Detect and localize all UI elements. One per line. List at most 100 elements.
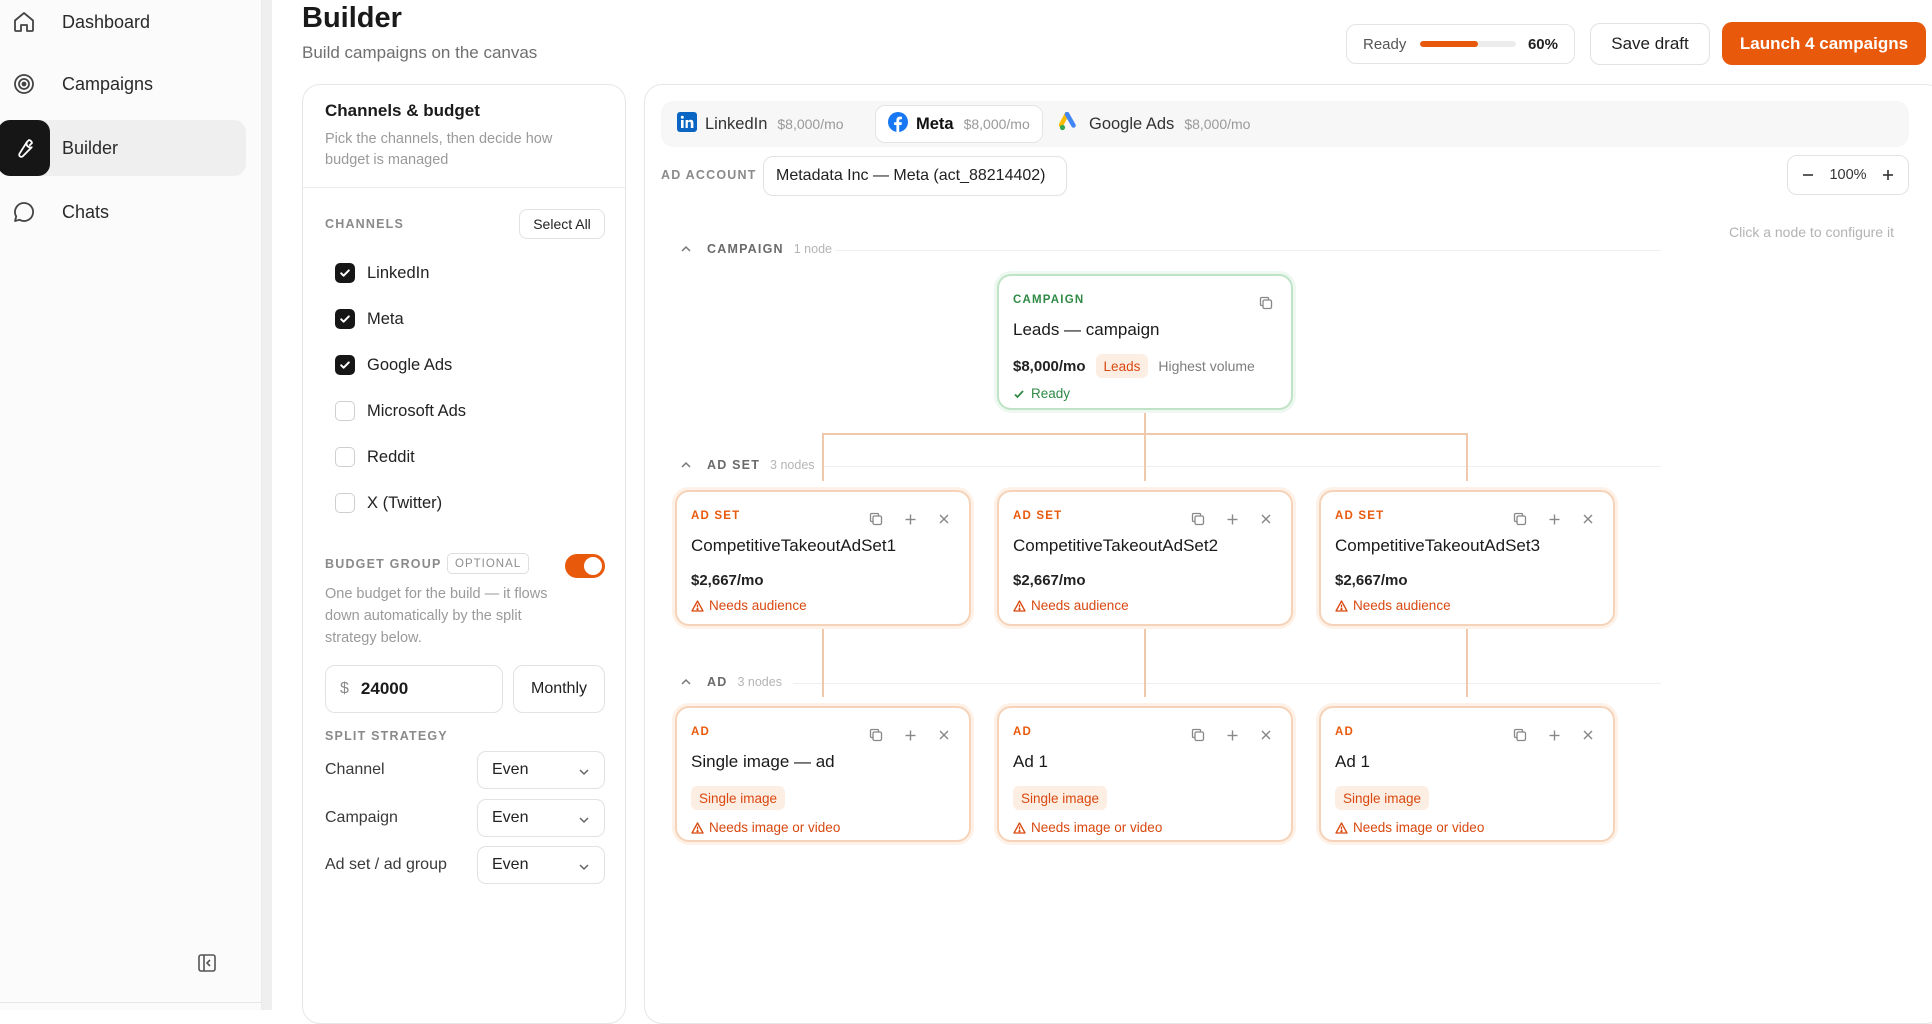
chevron-up-icon[interactable] <box>679 458 693 472</box>
ad-node[interactable]: AD Ad 1 Single image Needs image or vide… <box>1319 706 1615 842</box>
campaign-node[interactable]: CAMPAIGN Leads — campaign $8,000/mo Lead… <box>997 274 1293 410</box>
status-text: Ready <box>1031 386 1071 401</box>
close-icon[interactable] <box>1255 508 1277 530</box>
tab-label: LinkedIn <box>705 114 768 133</box>
nav-dashboard[interactable]: Dashboard <box>0 0 246 50</box>
checkbox[interactable] <box>335 309 355 329</box>
node-actions <box>1175 508 1277 530</box>
zoom-control: 100% <box>1787 155 1909 195</box>
chevron-up-icon[interactable] <box>679 675 693 689</box>
duplicate-icon[interactable] <box>865 724 887 746</box>
sidebar-resize-handle[interactable] <box>262 0 272 1010</box>
duplicate-icon[interactable] <box>1187 724 1209 746</box>
channel-reddit[interactable]: Reddit <box>335 444 415 470</box>
warning-icon <box>1013 821 1026 834</box>
page-subtitle: Build campaigns on the canvas <box>302 43 538 62</box>
add-icon[interactable] <box>1221 508 1243 530</box>
tab-linkedin[interactable]: LinkedIn $8,000/mo <box>665 105 856 143</box>
adset-node[interactable]: AD SET CompetitiveTakeoutAdSet3 $2,667/m… <box>1319 490 1615 626</box>
add-icon[interactable] <box>1543 508 1565 530</box>
checkbox[interactable] <box>335 401 355 421</box>
meta-icon <box>888 111 908 137</box>
warning-icon <box>1013 599 1026 612</box>
warning-text: Needs audience <box>709 598 807 613</box>
nav-campaigns[interactable]: Campaigns <box>0 56 246 112</box>
warning-icon <box>1335 821 1348 834</box>
connector-line <box>1144 433 1146 481</box>
sidebar-collapse-icon[interactable] <box>196 952 218 974</box>
ad-node[interactable]: AD Single image — ad Single image Needs … <box>675 706 971 842</box>
channel-linkedin[interactable]: LinkedIn <box>335 260 429 286</box>
checkbox[interactable] <box>335 263 355 283</box>
node-name: CompetitiveTakeoutAdSet1 <box>691 536 897 555</box>
budget-amount-input[interactable]: $ 24000 <box>325 665 503 713</box>
add-icon[interactable] <box>1221 724 1243 746</box>
channel-label: Google Ads <box>367 355 453 374</box>
close-icon[interactable] <box>1255 724 1277 746</box>
add-icon[interactable] <box>899 508 921 530</box>
ad-account-select[interactable]: Metadata Inc — Meta (act_88214402) <box>763 156 1067 196</box>
split-row-label: Ad set / ad group <box>325 856 447 873</box>
warning-icon <box>691 599 704 612</box>
select-all-button[interactable]: Select All <box>519 209 605 239</box>
duplicate-icon[interactable] <box>1255 292 1277 314</box>
adset-node[interactable]: AD SET CompetitiveTakeoutAdSet1 $2,667/m… <box>675 490 971 626</box>
format-badge: Single image <box>691 786 786 810</box>
panel-description: Pick the channels, then decide how budge… <box>325 131 553 168</box>
channel-meta[interactable]: Meta <box>335 306 404 332</box>
select-value: Even <box>492 809 529 826</box>
budget-description: One budget for the build — it flows down… <box>325 586 548 646</box>
duplicate-icon[interactable] <box>1509 508 1531 530</box>
level-header-ad: AD 3 nodes <box>679 675 782 689</box>
close-icon[interactable] <box>933 508 955 530</box>
save-draft-button[interactable]: Save draft <box>1590 23 1710 65</box>
ad-node[interactable]: AD Ad 1 Single image Needs image or vide… <box>997 706 1293 842</box>
close-icon[interactable] <box>1577 508 1599 530</box>
divider <box>0 1002 262 1003</box>
connector-line <box>822 433 824 481</box>
close-icon[interactable] <box>1577 724 1599 746</box>
campaign-split-select[interactable]: Even <box>477 799 605 837</box>
budget-group-toggle[interactable] <box>565 554 605 578</box>
adset-node[interactable]: AD SET CompetitiveTakeoutAdSet2 $2,667/m… <box>997 490 1293 626</box>
node-warning: Needs audience <box>691 598 807 613</box>
duplicate-icon[interactable] <box>865 508 887 530</box>
chevron-up-icon[interactable] <box>679 242 693 256</box>
channel-label: Microsoft Ads <box>367 401 467 420</box>
zoom-in-button[interactable] <box>1878 165 1898 185</box>
duplicate-icon[interactable] <box>1187 508 1209 530</box>
budget-amount-value: 24000 <box>360 679 409 698</box>
tab-label: Google Ads <box>1089 114 1175 133</box>
close-icon[interactable] <box>933 724 955 746</box>
channel-split-select[interactable]: Even <box>477 751 605 789</box>
launch-campaigns-button[interactable]: Launch 4 campaigns <box>1722 22 1926 65</box>
add-icon[interactable] <box>1543 724 1565 746</box>
checkbox[interactable] <box>335 355 355 375</box>
panel-title: Channels & budget <box>325 101 480 120</box>
zoom-out-button[interactable] <box>1798 165 1818 185</box>
connector-line <box>822 627 824 697</box>
nav-builder[interactable]: Builder <box>0 120 246 176</box>
nav-label: Chats <box>62 201 110 222</box>
channel-x-twitter[interactable]: X (Twitter) <box>335 490 442 516</box>
nav-chats[interactable]: Chats <box>0 184 246 240</box>
node-actions <box>1175 724 1277 746</box>
add-icon[interactable] <box>899 724 921 746</box>
adset-split-select[interactable]: Even <box>477 846 605 884</box>
tab-google-ads[interactable]: Google Ads $8,000/mo <box>1047 105 1262 143</box>
level-title: AD SET <box>707 458 761 472</box>
tab-meta[interactable]: Meta $8,000/mo <box>875 105 1043 143</box>
channel-microsoft-ads[interactable]: Microsoft Ads <box>335 398 466 424</box>
ad-format: Single image <box>691 786 786 810</box>
budget-period-select[interactable]: Monthly <box>513 665 605 713</box>
linkedin-icon <box>677 111 697 137</box>
page-title: Builder <box>302 2 402 34</box>
node-budget: $2,667/mo <box>691 572 764 589</box>
warning-icon <box>691 821 704 834</box>
channel-tabs: LinkedIn $8,000/mo Meta $8,000/mo Google… <box>661 101 1909 147</box>
checkbox[interactable] <box>335 493 355 513</box>
duplicate-icon[interactable] <box>1509 724 1531 746</box>
progress-fill <box>1420 41 1478 47</box>
channel-google-ads[interactable]: Google Ads <box>335 352 452 378</box>
checkbox[interactable] <box>335 447 355 467</box>
